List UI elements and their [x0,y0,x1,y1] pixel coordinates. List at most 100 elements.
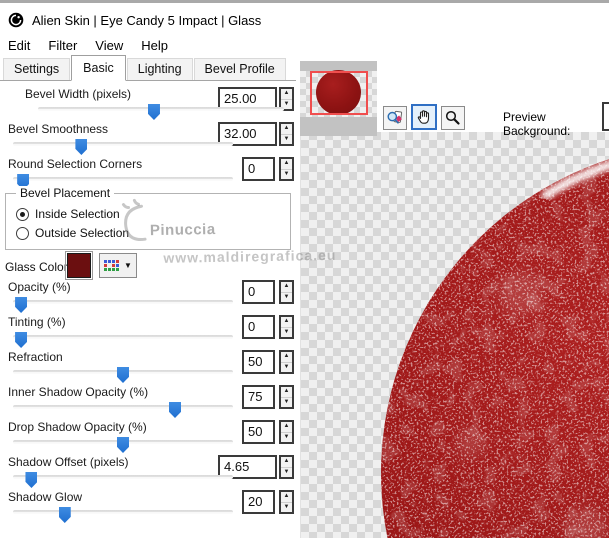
spin-value[interactable]: 50 [242,420,275,444]
slider-track[interactable] [13,437,233,455]
value-spinbox[interactable]: 20 ▲ ▼ [242,490,294,514]
tab-basic[interactable]: Basic [71,55,126,81]
slider-rail[interactable] [13,335,233,339]
slider-rail[interactable] [13,405,233,409]
spin-down-button[interactable]: ▼ [281,467,292,477]
slider-thumb[interactable] [75,139,88,155]
spin-value[interactable]: 0 [242,315,275,339]
slider-row: Bevel Smoothness 32.00 ▲ ▼ [0,122,296,156]
spin-value[interactable]: 50 [242,350,275,374]
slider-row: Opacity (%) 0 ▲ ▼ [0,280,296,314]
slider-thumb[interactable] [147,104,160,120]
slider-thumb[interactable] [169,402,181,418]
zoom-tool-button[interactable] [441,106,465,130]
navigator-view-rectangle[interactable] [310,71,368,115]
radio-inside-selection[interactable]: Inside Selection [16,206,120,222]
preview-background-dropdown[interactable] [602,102,609,131]
value-spinbox[interactable]: 50 ▲ ▼ [242,350,294,374]
slider-track[interactable] [13,297,233,315]
radio-label: Inside Selection [35,207,120,221]
slider-track[interactable] [38,104,284,122]
color-picker-button[interactable]: ▼ [99,253,137,278]
slider-row: Shadow Glow 20 ▲ ▼ [0,490,296,524]
spin-up-button[interactable]: ▲ [281,352,292,363]
slider-track[interactable] [13,367,233,385]
value-spinbox[interactable]: 0 ▲ ▼ [242,315,294,339]
slider-thumb[interactable] [117,367,129,383]
spin-up-button[interactable]: ▲ [281,282,292,293]
glass-color-row: Glass Color ▼ [5,251,291,281]
value-spinbox[interactable]: 0 ▲ ▼ [242,157,294,181]
spin-down-button[interactable]: ▼ [281,502,292,512]
slider-track[interactable] [13,332,233,350]
spin-down-button[interactable]: ▼ [281,327,292,337]
preview-navigator[interactable] [300,61,377,136]
spin-down-button[interactable]: ▼ [281,432,292,442]
slider-rail[interactable] [13,475,233,479]
slider-rail[interactable] [38,107,284,111]
value-spinbox[interactable]: 50 ▲ ▼ [242,420,294,444]
radio-outside-selection[interactable]: Outside Selection [16,225,129,241]
spin-up-button[interactable]: ▲ [281,317,292,328]
spin-down-button[interactable]: ▼ [281,292,292,302]
spin-up-button[interactable]: ▲ [281,159,292,170]
spin-value[interactable]: 20 [242,490,275,514]
spin-up-button[interactable]: ▲ [281,422,292,433]
spin-value[interactable]: 75 [242,385,275,409]
slider-thumb[interactable] [25,472,38,488]
spin-up-button[interactable]: ▲ [281,492,292,503]
slider-rail[interactable] [13,510,233,514]
slider-label: Shadow Glow [8,490,83,504]
slider-rail[interactable] [13,177,233,181]
slider-track[interactable] [13,402,233,420]
radio-label: Outside Selection [35,226,130,240]
slider-rail[interactable] [13,142,233,146]
preview-toolbar [383,104,469,130]
radio-button-icon[interactable] [16,226,29,240]
slider-label: Bevel Smoothness [8,122,109,136]
chevron-down-icon: ▼ [124,261,132,270]
glass-color-swatch[interactable] [65,251,93,280]
slider-thumb[interactable] [15,332,28,348]
spin-up-button[interactable]: ▲ [281,89,292,100]
spin-buttons: ▲ ▼ [279,157,294,181]
slider-track[interactable] [13,139,233,157]
value-spinbox[interactable]: 75 ▲ ▼ [242,385,294,409]
slider-track[interactable] [13,472,233,490]
glass-ball-preview [381,159,609,538]
spin-down-button[interactable]: ▼ [281,362,292,372]
radio-button-icon[interactable] [16,207,29,221]
spin-buttons: ▲ ▼ [279,315,294,339]
slider-row: Shadow Offset (pixels) 4.65 ▲ ▼ [0,455,296,489]
spin-up-button[interactable]: ▲ [281,387,292,398]
preview-background-label: Preview Background: [503,110,571,138]
slider-track[interactable] [13,507,233,525]
slider-label: Round Selection Corners [8,157,143,171]
preview-toggle-icon [387,110,403,124]
slider-thumb[interactable] [15,297,28,313]
slider-label: Bevel Width (pixels) [25,87,132,101]
plugin-window: Alien Skin | Eye Candy 5 Impact | Glass … [0,0,609,538]
group-title: Bevel Placement [16,186,115,200]
preview-canvas[interactable] [300,132,609,538]
spin-buttons: ▲ ▼ [279,455,294,479]
spin-value[interactable]: 0 [242,280,275,304]
slider-label: Tinting (%) [8,315,66,329]
spin-up-button[interactable]: ▲ [281,457,292,468]
spin-down-button[interactable]: ▼ [281,134,292,144]
slider-row: Drop Shadow Opacity (%) 50 ▲ ▼ [0,420,296,454]
spin-value[interactable]: 0 [242,157,275,181]
slider-label: Refraction [8,350,63,364]
pan-tool-button[interactable] [411,104,437,130]
value-spinbox[interactable]: 0 ▲ ▼ [242,280,294,304]
spin-down-button[interactable]: ▼ [281,397,292,407]
spin-up-button[interactable]: ▲ [281,124,292,135]
glass-color-label: Glass Color [5,260,68,274]
hand-icon [417,110,430,124]
slider-thumb[interactable] [117,437,129,453]
slider-rail[interactable] [13,300,233,304]
slider-thumb[interactable] [58,507,71,523]
color-palette-icon [104,260,119,271]
spin-down-button[interactable]: ▼ [281,169,292,179]
preview-original-toggle-button[interactable] [383,106,407,130]
